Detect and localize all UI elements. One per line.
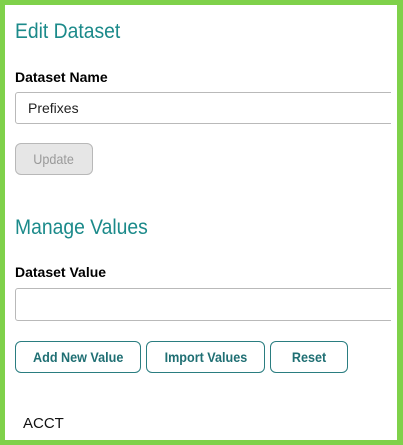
dataset-name-label: Dataset Name — [15, 69, 108, 85]
update-button[interactable]: Update — [15, 143, 93, 175]
edit-dataset-heading: Edit Dataset — [15, 20, 121, 43]
panel-frame: Edit Dataset Dataset Name Update Manage … — [0, 0, 403, 445]
add-new-value-label: Add New Value — [32, 349, 124, 365]
reset-button[interactable]: Reset — [270, 341, 348, 373]
dataset-name-input[interactable] — [15, 92, 391, 124]
reset-label: Reset — [291, 349, 327, 365]
add-new-value-button[interactable]: Add New Value — [15, 341, 141, 373]
panel-content: Edit Dataset Dataset Name Update Manage … — [10, 10, 391, 435]
list-item[interactable]: ACCT — [23, 415, 64, 433]
import-values-label: Import Values — [164, 349, 247, 365]
import-values-button[interactable]: Import Values — [146, 341, 265, 373]
manage-values-heading: Manage Values — [15, 216, 148, 239]
update-button-label: Update — [33, 151, 75, 167]
dataset-value-label: Dataset Value — [15, 264, 107, 280]
dataset-value-input[interactable] — [15, 288, 391, 321]
